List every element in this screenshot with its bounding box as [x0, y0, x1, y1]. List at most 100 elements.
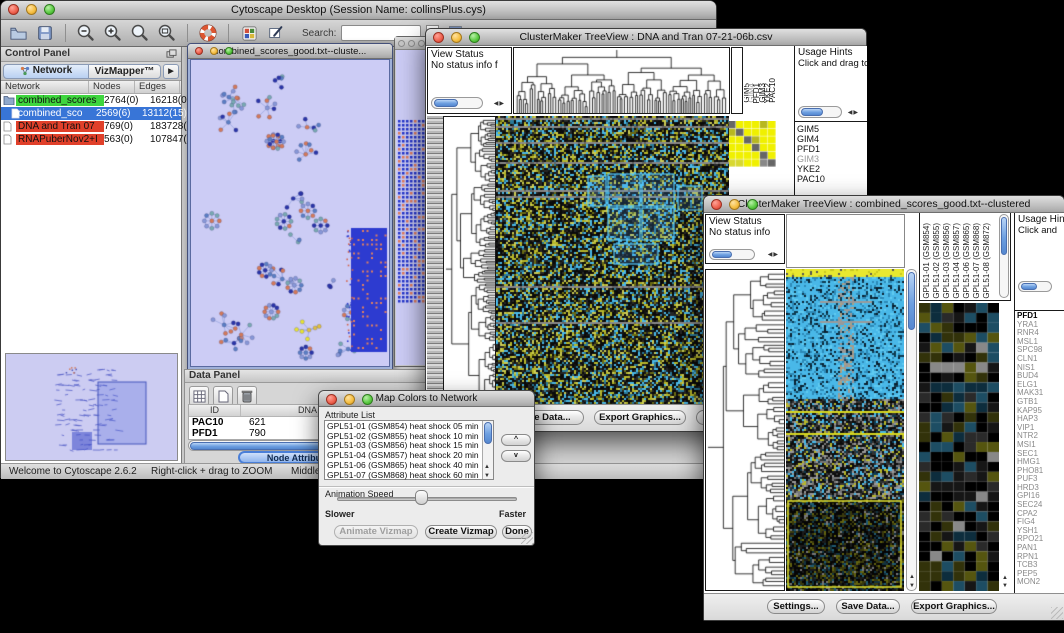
- hints-scrollbar[interactable]: [798, 106, 842, 118]
- open-session-button[interactable]: [7, 22, 29, 44]
- inactive-title-bar[interactable]: [395, 37, 426, 50]
- zoom-window-icon[interactable]: [362, 394, 373, 405]
- tab-network[interactable]: Network: [3, 64, 89, 79]
- network-row[interactable]: RNAPuberNov2+I 563(0) 107847(0): [1, 133, 181, 146]
- window-controls[interactable]: [8, 4, 55, 15]
- slider-thumb[interactable]: [415, 490, 428, 505]
- hints-scrollbar[interactable]: [1018, 281, 1052, 292]
- main-title-bar[interactable]: Cytoscape Desktop (Session Name: collins…: [1, 1, 716, 20]
- close-icon[interactable]: [8, 4, 19, 15]
- scrollbar-thumb[interactable]: [712, 251, 732, 258]
- zoom-out-button[interactable]: [75, 22, 97, 44]
- scroll-arrows-icon[interactable]: ◀▶: [494, 100, 505, 107]
- zoom-fit-button[interactable]: [156, 22, 178, 44]
- attribute-list[interactable]: GPL51-01 (GSM854) heat shock 05 minGPL51…: [324, 420, 494, 480]
- delete-attribute-button[interactable]: [237, 386, 257, 406]
- row-dendrogram-canvas[interactable]: [706, 270, 784, 590]
- col-id[interactable]: ID: [189, 405, 241, 416]
- row-label[interactable]: YKE2: [797, 164, 825, 174]
- attribute-select-button[interactable]: [189, 386, 209, 406]
- row-label[interactable]: GIM3: [797, 154, 825, 164]
- col-edges[interactable]: Edges: [135, 81, 180, 93]
- row-dendrogram-pane[interactable]: [443, 116, 496, 421]
- col-nodes[interactable]: Nodes: [89, 81, 135, 93]
- minimize-icon[interactable]: [729, 199, 740, 210]
- move-up-button[interactable]: ^: [501, 434, 531, 446]
- list-scrollbar[interactable]: ▲ ▼: [482, 421, 493, 479]
- scrollbar-thumb[interactable]: [1001, 217, 1007, 255]
- row-label[interactable]: GIM5: [797, 124, 825, 134]
- settings-button[interactable]: Settings...: [767, 599, 825, 614]
- zoom-window-icon[interactable]: [225, 47, 233, 55]
- treeview2-title-bar[interactable]: ClusterMaker TreeView : combined_scores_…: [704, 196, 1064, 213]
- resize-grip[interactable]: [521, 532, 533, 544]
- main-heatmap-canvas[interactable]: [496, 116, 729, 421]
- zoom-in-button[interactable]: [102, 22, 124, 44]
- network-view[interactable]: [190, 59, 390, 367]
- scroll-arrows-icon[interactable]: ◀▶: [848, 109, 859, 116]
- scroll-down-icon[interactable]: ▼: [1002, 583, 1008, 589]
- tab-vizmapper[interactable]: VizMapper™: [89, 64, 161, 79]
- status-scrollbar[interactable]: [709, 249, 755, 260]
- row-dendrogram-canvas[interactable]: [444, 117, 495, 420]
- minimize-icon[interactable]: [408, 40, 415, 47]
- zoom-window-icon[interactable]: [469, 32, 480, 43]
- scrollbar-thumb[interactable]: [434, 99, 458, 107]
- scrollbar-thumb[interactable]: [801, 108, 823, 116]
- save-session-button[interactable]: [34, 22, 56, 44]
- zoom-window-icon[interactable]: [44, 4, 55, 15]
- zoom-window-icon[interactable]: [418, 40, 425, 47]
- window-controls[interactable]: [433, 32, 480, 43]
- new-attribute-button[interactable]: [213, 386, 233, 406]
- window-controls[interactable]: [326, 394, 373, 405]
- close-icon[interactable]: [326, 394, 337, 405]
- row-label[interactable]: PFD1: [797, 144, 825, 154]
- scroll-down-icon[interactable]: ▼: [909, 583, 915, 589]
- scrollbar-thumb[interactable]: [484, 422, 492, 444]
- scroll-down-icon[interactable]: ▼: [484, 473, 490, 479]
- main-heatmap-canvas[interactable]: [786, 269, 904, 591]
- help-button[interactable]: [197, 22, 219, 44]
- zoomed-heatmap-canvas[interactable]: [919, 303, 999, 591]
- gene-label[interactable]: MON2: [1017, 578, 1043, 587]
- network-row[interactable]: combined_scores 2764(0) 16218(0): [1, 94, 181, 107]
- close-icon[interactable]: [711, 199, 722, 210]
- scroll-up-icon[interactable]: ▲: [909, 574, 915, 580]
- similarity-heatmap-canvas[interactable]: [728, 121, 776, 167]
- labels-scrollbar[interactable]: [999, 214, 1009, 298]
- scroll-up-icon[interactable]: ▲: [1002, 575, 1008, 581]
- col-network[interactable]: Network: [1, 81, 89, 93]
- close-icon[interactable]: [195, 47, 203, 55]
- row-dendrogram-pane[interactable]: [705, 269, 785, 591]
- matrix-network-view[interactable]: [396, 50, 425, 365]
- network-overview-panel[interactable]: [5, 353, 178, 461]
- matrix-canvas[interactable]: [396, 118, 426, 306]
- status-scrollbar[interactable]: [431, 97, 483, 109]
- create-vizmap-button[interactable]: Create Vizmap: [425, 525, 497, 539]
- scroll-up-icon[interactable]: ▲: [484, 464, 490, 470]
- row-label[interactable]: GIM4: [797, 134, 825, 144]
- row-overview-strip[interactable]: [427, 116, 443, 421]
- export-graphics-button[interactable]: Export Graphics...: [594, 410, 686, 425]
- vizmapper-button[interactable]: [238, 22, 260, 44]
- float-panel-icon[interactable]: [166, 49, 177, 59]
- minimize-icon[interactable]: [451, 32, 462, 43]
- network-canvas[interactable]: [191, 60, 389, 366]
- window-controls[interactable]: [195, 47, 233, 55]
- minimize-icon[interactable]: [26, 4, 37, 15]
- background-network-window[interactable]: [394, 36, 427, 367]
- column-dendrogram-canvas[interactable]: [514, 48, 729, 113]
- window-controls[interactable]: [711, 199, 758, 210]
- animate-vizmap-button[interactable]: Animate Vizmap: [334, 525, 418, 539]
- network-row[interactable]: DNA and Tran 07 769(0) 183728(0): [1, 120, 181, 133]
- resize-grip[interactable]: [1051, 607, 1063, 619]
- birdseye-canvas[interactable]: [6, 354, 177, 460]
- save-data-button[interactable]: Save Data...: [836, 599, 900, 614]
- heatmap-vscrollbar[interactable]: ▲ ▼: [906, 269, 917, 591]
- row-label[interactable]: PAC10: [797, 174, 825, 184]
- dialog-title-bar[interactable]: Map Colors to Network: [319, 391, 534, 407]
- export-graphics-button[interactable]: Export Graphics...: [911, 599, 997, 614]
- network-window-title-bar[interactable]: combined_scores_good.txt--cluste...: [188, 44, 392, 59]
- scrollbar-thumb[interactable]: [908, 272, 915, 330]
- column-dendrogram-pane[interactable]: [513, 47, 730, 114]
